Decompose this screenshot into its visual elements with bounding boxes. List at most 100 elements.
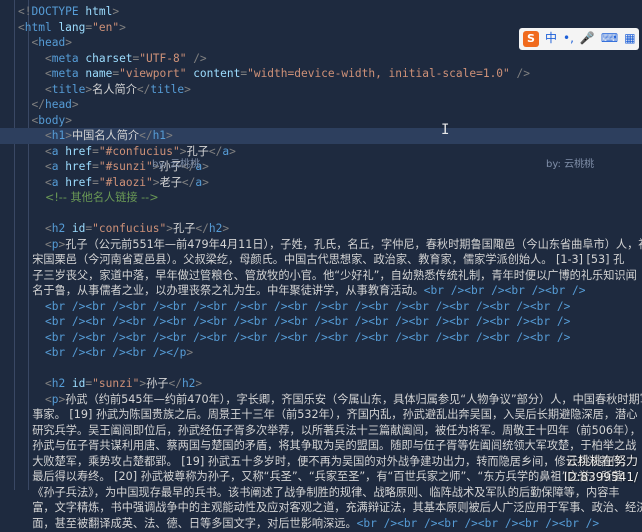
code-line[interactable]: 名于鲁，从事儒者之业，以办理丧祭之礼为生。中年聚徒讲学，从事教育活动。<br /…	[0, 283, 642, 299]
code-token: "#confucius"	[98, 144, 180, 158]
code-line[interactable]: <body>	[0, 113, 642, 129]
watermark-corner-line1: 云桃桃在努力	[565, 454, 638, 468]
code-token: <!-- 其他名人链接 -->	[44, 191, 159, 204]
code-token: head	[44, 98, 72, 111]
code-token: >	[152, 175, 160, 189]
ime-language-label[interactable]: 中	[545, 31, 557, 47]
code-token: "#laozi"	[98, 175, 153, 189]
code-line[interactable]: <h1>中国名人简介</h1>	[0, 128, 642, 144]
code-token: <br /><br /><br /><br /><br /><br /><br …	[44, 330, 571, 344]
code-token: =	[92, 160, 99, 173]
code-token: 面，甚至被翻译成英、法、德、日等多国文字，对后世影响深远。	[18, 516, 357, 530]
code-line[interactable]: 大败楚军，乘势攻占楚都郢。 [19] 孙武五十多岁时，便不再为吴国的对外战争建功…	[0, 454, 642, 470]
code-token: 名人简介	[92, 82, 137, 96]
code-line[interactable]	[0, 361, 642, 377]
code-line[interactable]: <h2 id="sunzi">孙子</h2>	[0, 376, 642, 392]
code-token: <	[44, 175, 52, 189]
watermark-left: by: 云桃桃	[152, 159, 201, 170]
code-token: </	[181, 175, 196, 189]
code-line[interactable]: <br /><br /><br /><br /><br /><br /><br …	[0, 330, 642, 346]
code-token: >	[195, 377, 203, 390]
code-line[interactable]: <a href="#laozi">老子</a>	[0, 175, 642, 191]
code-token: />	[509, 67, 530, 80]
code-line[interactable]: <br /><br /><br /><br /><br /><br /><br …	[0, 314, 642, 330]
code-token: 《孙子兵法》，为中国现存最早的兵书。该书阐述了战争制胜的规律、战略原则、临阵战术…	[18, 485, 620, 499]
code-line[interactable]	[0, 206, 642, 222]
code-line[interactable]: <!DOCTYPE html>	[0, 4, 642, 20]
ime-toolbar[interactable]: S 中 •, 🎤 ⌨ ▦	[519, 28, 639, 50]
code-line[interactable]: </head>	[0, 97, 642, 113]
mic-icon[interactable]: 🎤	[580, 31, 595, 47]
code-token: <	[44, 222, 52, 235]
code-token: >	[186, 346, 194, 359]
code-line[interactable]: 子三岁丧父，家道中落，早年做过管粮仓、管放牧的小官。他“少好礼”，自幼熟悉传统礼…	[0, 268, 642, 284]
code-token: h2	[181, 377, 196, 390]
code-token: <	[44, 237, 52, 251]
code-token: content	[186, 67, 241, 80]
code-token: 孙子	[146, 377, 169, 390]
code-token: "UTF-8"	[139, 51, 187, 65]
code-line[interactable]: <br /><br /><br /><br /><br /><br /><br …	[0, 299, 642, 315]
code-line[interactable]: 宋国栗邑（今河南省夏邑县）。父叔梁纥，母颜氏。中国古代思想家、政治家、教育家，儒…	[0, 252, 642, 268]
code-token: </	[208, 144, 223, 158]
code-line[interactable]: <br /><br /><br /></p>	[0, 345, 642, 361]
code-editor[interactable]: <!DOCTYPE html> <html lang="en"> <head> <…	[0, 0, 642, 530]
code-token: <	[44, 392, 52, 406]
code-line[interactable]: <p>孔子（公元前551年—前479年4月11日），子姓，孔氏，名丘，字仲尼，春…	[0, 237, 642, 253]
code-line[interactable]: 研究兵学。吴王阖闾即位后，孙武经伍子胥多次举荐，以所著兵法十三篇献阖闾，被任为将…	[0, 423, 642, 439]
code-line[interactable]: <p>孙武（约前545年—约前470年），字长卿，齐国乐安（今属山东，具体归属参…	[0, 392, 642, 408]
code-token: 孙武与伍子胥共谋利用唐、蔡两国与楚国的矛盾，将其争取为吴的盟国。随即与伍子胥等佐…	[18, 439, 637, 452]
code-token: </	[195, 222, 209, 235]
code-token: 名于鲁，从事儒者之业，以办理丧祭之礼为生。中年聚徒讲学，从事教育活动。	[18, 284, 424, 297]
code-line[interactable]: 富，文字精炼，书中强调战争中的主观能动性及应对客观之道，充满辩证法，其基本原则被…	[0, 500, 642, 516]
code-line[interactable]: 事家。 [19] 孙武为陈国贵族之后。周景王十三年（前532年），齐国内乱，孙武…	[0, 407, 642, 423]
code-line[interactable]: <meta name="viewport" content="width=dev…	[0, 66, 642, 82]
code-token: </	[31, 98, 45, 111]
code-token: 大败楚军，乘势攻占楚都郢。 [19] 孙武五十多岁时，便不再为吴国的对外战争建功…	[18, 454, 633, 468]
dot-icon[interactable]: •,	[563, 31, 574, 47]
code-token: "viewport"	[119, 67, 187, 80]
grid-icon[interactable]: ▦	[624, 31, 635, 47]
code-line[interactable]: <meta charset="UTF-8" />	[0, 51, 642, 67]
keyboard-icon[interactable]: ⌨	[601, 31, 618, 47]
code-token: h2	[51, 222, 66, 235]
code-token: "sunzi"	[92, 377, 140, 390]
code-line[interactable]: 面，甚至被翻译成英、法、德、日等多国文字，对后世影响深远。<br /><br /…	[0, 516, 642, 532]
code-line[interactable]: 最后得以寿终。 [20] 孙武被尊称为孙子，又称“兵圣”、“兵家至圣”，有“百世…	[0, 469, 642, 485]
code-line[interactable]: <h2 id="confucius">孔子</h2>	[0, 221, 642, 237]
code-token: </	[139, 129, 153, 142]
code-token: =	[92, 144, 99, 158]
code-token: DOCTYPE	[31, 5, 79, 18]
code-token: <br /><br /><br /><br /><br /><br /><br …	[44, 315, 571, 328]
code-token: </	[136, 82, 151, 96]
code-token: <	[18, 20, 25, 34]
code-token: 老子	[159, 175, 182, 189]
code-line[interactable]: 《孙子兵法》，为中国现存最早的兵书。该书阐述了战争制胜的规律、战略原则、临阵战术…	[0, 485, 642, 501]
code-token: <br /><br /><br /><br /><br /><br />	[356, 516, 600, 530]
code-line[interactable]: <!-- 其他名人链接 -->	[0, 190, 642, 206]
sogou-logo-icon: S	[523, 31, 539, 47]
code-token: title	[150, 82, 185, 96]
code-token: href	[58, 160, 93, 173]
code-token: >	[229, 144, 236, 158]
code-token: h2	[208, 222, 223, 235]
code-line[interactable]: 孙武与伍子胥共谋利用唐、蔡两国与楚国的矛盾，将其争取为吴的盟国。随即与伍子胥等佐…	[0, 438, 642, 454]
code-token: charset	[78, 51, 133, 65]
code-token: 宋国栗邑（今河南省夏邑县）。父叔梁纥，母颜氏。中国古代思想家、政治家、教育家，儒…	[18, 253, 625, 266]
code-line[interactable]: <title>名人简介</title>	[0, 82, 642, 98]
code-token: >	[65, 113, 72, 127]
code-token: h2	[51, 377, 66, 390]
code-token: title	[51, 82, 86, 96]
code-token: >	[71, 98, 79, 111]
code-token: h1	[152, 129, 167, 142]
